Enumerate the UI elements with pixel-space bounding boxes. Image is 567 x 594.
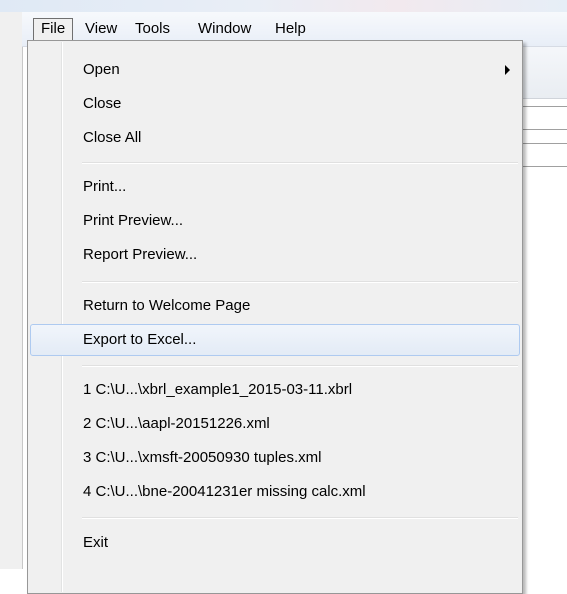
menu-item-label: Report Preview... [83, 246, 198, 263]
menu-item-print[interactable]: Print... [30, 171, 520, 203]
menu-item-return-welcome[interactable]: Return to Welcome Page [30, 290, 520, 322]
menu-item-label: Return to Welcome Page [83, 297, 251, 314]
menu-help[interactable]: Help [268, 18, 313, 40]
menu-item-label: Close [83, 95, 122, 112]
menu-item-close[interactable]: Close [30, 88, 520, 120]
menu-item-recent-file-2[interactable]: 2 C:\U...\aapl-20151226.xml [30, 408, 520, 440]
menu-item-recent-file-4[interactable]: 4 C:\U...\bne-20041231er missing calc.xm… [30, 476, 520, 508]
menu-separator [82, 281, 518, 283]
menu-item-recent-file-3[interactable]: 3 C:\U...\xmsft-20050930 tuples.xml [30, 442, 520, 474]
menu-item-label: 4 C:\U...\bne-20041231er missing calc.xm… [83, 483, 366, 500]
file-dropdown-menu: Open Close Close All Print... Print Prev… [27, 40, 523, 594]
menu-item-print-preview[interactable]: Print Preview... [30, 205, 520, 237]
menu-separator [82, 162, 518, 164]
menu-item-label: 1 C:\U...\xbrl_example1_2015-03-11.xbrl [83, 381, 353, 398]
menu-item-label: 3 C:\U...\xmsft-20050930 tuples.xml [83, 449, 322, 466]
menu-file[interactable]: File [33, 18, 74, 40]
menu-separator [82, 365, 518, 367]
window-top-strip [0, 0, 567, 12]
chevron-right-icon [505, 65, 510, 75]
window-left-border [0, 12, 23, 569]
background-toolbar [520, 46, 567, 99]
menu-item-label: Print Preview... [83, 212, 184, 229]
background-input-field[interactable] [519, 143, 567, 167]
menu-item-label: Close All [83, 129, 142, 146]
menu-item-export-excel[interactable]: Export to Excel... [30, 324, 520, 356]
menu-item-open[interactable]: Open [30, 54, 520, 86]
menu-item-close-all[interactable]: Close All [30, 122, 520, 154]
menu-item-label: Print... [83, 178, 127, 195]
menu-separator [82, 517, 518, 519]
menu-window[interactable]: Window [191, 18, 258, 40]
menu-item-label: Open [83, 61, 120, 78]
menu-item-recent-file-1[interactable]: 1 C:\U...\xbrl_example1_2015-03-11.xbrl [30, 374, 520, 406]
menu-item-label: Export to Excel... [83, 331, 197, 348]
menu-item-exit[interactable]: Exit [30, 527, 520, 559]
menu-item-label: 2 C:\U...\aapl-20151226.xml [83, 415, 270, 432]
menu-item-label: Exit [83, 534, 109, 551]
menu-tools[interactable]: Tools [128, 18, 177, 40]
background-input-field[interactable] [519, 106, 567, 130]
menu-item-report-preview[interactable]: Report Preview... [30, 239, 520, 271]
menu-view[interactable]: View [78, 18, 124, 40]
